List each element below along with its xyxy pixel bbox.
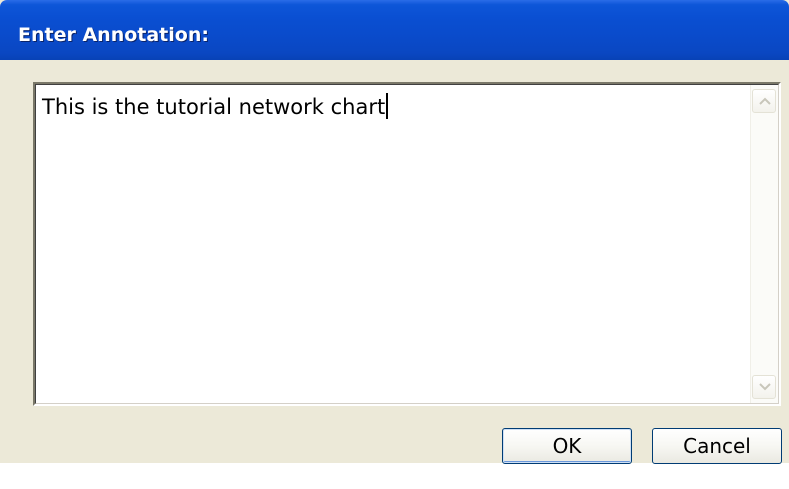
annotation-text: This is the tutorial network chart xyxy=(42,95,386,119)
scroll-up-icon xyxy=(759,97,771,105)
ok-button[interactable]: OK xyxy=(502,428,632,464)
cancel-button[interactable]: Cancel xyxy=(652,428,782,464)
scroll-down-button[interactable] xyxy=(752,375,776,399)
vertical-scrollbar[interactable] xyxy=(750,85,778,403)
textarea-inner[interactable]: This is the tutorial network chart xyxy=(35,84,779,404)
annotation-dialog: Enter Annotation: This is the tutorial n… xyxy=(0,0,789,464)
scroll-up-button[interactable] xyxy=(752,89,776,113)
annotation-text-line[interactable]: This is the tutorial network chart xyxy=(42,93,389,119)
title-bar[interactable]: Enter Annotation: xyxy=(0,0,789,60)
text-caret xyxy=(386,93,389,119)
scroll-down-icon xyxy=(759,383,771,391)
dialog-title: Enter Annotation: xyxy=(18,24,209,46)
annotation-textarea[interactable]: This is the tutorial network chart xyxy=(33,82,781,406)
